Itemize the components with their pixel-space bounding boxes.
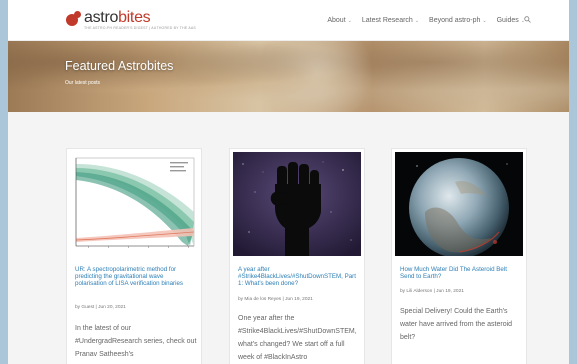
post-card: How Much Water Did The Asteroid Belt Sen… (391, 148, 527, 364)
planet-graphic (395, 152, 523, 256)
nav-item-guides[interactable]: Guides ⌄ (497, 17, 525, 24)
post-card: UR: A spectropolarimetric method for pre… (66, 148, 202, 364)
post-title-link[interactable]: UR: A spectropolarimetric method for pre… (75, 266, 195, 287)
hero-banner: Featured Astrobites Our latest posts (8, 41, 569, 112)
post-excerpt: One year after the #Strike4BlackLives/#S… (238, 315, 357, 361)
post-meta: by Lili Alderson | Jun 19, 2021 (400, 289, 464, 294)
post-excerpt: Special Delivery! Could the Earth's wate… (400, 308, 513, 341)
hero-title: Featured Astrobites (65, 59, 174, 73)
chevron-down-icon: ⌄ (482, 18, 487, 24)
post-title-link[interactable]: A year after #Strike4BlackLives/#ShutDow… (238, 266, 358, 287)
nav-item-label: Latest Research (361, 17, 413, 24)
nav-item-label: Guides (496, 17, 519, 24)
post-meta: by Mia de los Reyes | Jun 19, 2021 (238, 297, 313, 302)
nav-item-latest-research[interactable]: Latest Research ⌄ (362, 17, 419, 24)
nav-item-beyond-astro-ph[interactable]: Beyond astro-ph ⌄ (429, 17, 487, 24)
site-logo[interactable]: astrobites THE ASTRO-PH READER'S DIGEST … (66, 9, 196, 36)
nav-item-label: About (327, 17, 346, 24)
post-thumbnail-planet[interactable] (395, 152, 523, 256)
post-title-link[interactable]: How Much Water Did The Asteroid Belt Sen… (400, 266, 520, 280)
hero-subtitle: Our latest posts (65, 80, 101, 86)
page-frame: astrobites THE ASTRO-PH READER'S DIGEST … (8, 0, 569, 364)
nav-item-about[interactable]: About ⌄ (327, 17, 352, 24)
plot-graphic (70, 152, 198, 256)
post-excerpt: In the latest of our #UndergradResearch … (75, 325, 197, 358)
logo-wordmark: astrobites (84, 9, 151, 27)
logo-accent: bites (118, 9, 151, 26)
site-header: astrobites THE ASTRO-PH READER'S DIGEST … (8, 0, 569, 41)
post-thumbnail-plot[interactable] (70, 152, 198, 256)
search-icon[interactable] (524, 16, 531, 23)
logo-prefix: astro (84, 9, 119, 26)
nav-item-label: Beyond astro-ph (429, 17, 481, 24)
main-nav: About ⌄ Latest Research ⌄ Beyond astro-ph ⌄… (327, 17, 525, 24)
fist-graphic (233, 152, 361, 256)
post-card: A year after #Strike4BlackLives/#ShutDow… (229, 148, 365, 364)
post-thumbnail-fist[interactable] (233, 152, 361, 256)
chevron-down-icon: ⌄ (414, 18, 420, 24)
logo-planet-icon (66, 11, 81, 26)
post-meta: by Guest | Jun 20, 2021 (75, 305, 126, 310)
logo-tagline: THE ASTRO-PH READER'S DIGEST | AUTHORED … (84, 26, 196, 30)
chevron-down-icon: ⌄ (347, 18, 352, 24)
